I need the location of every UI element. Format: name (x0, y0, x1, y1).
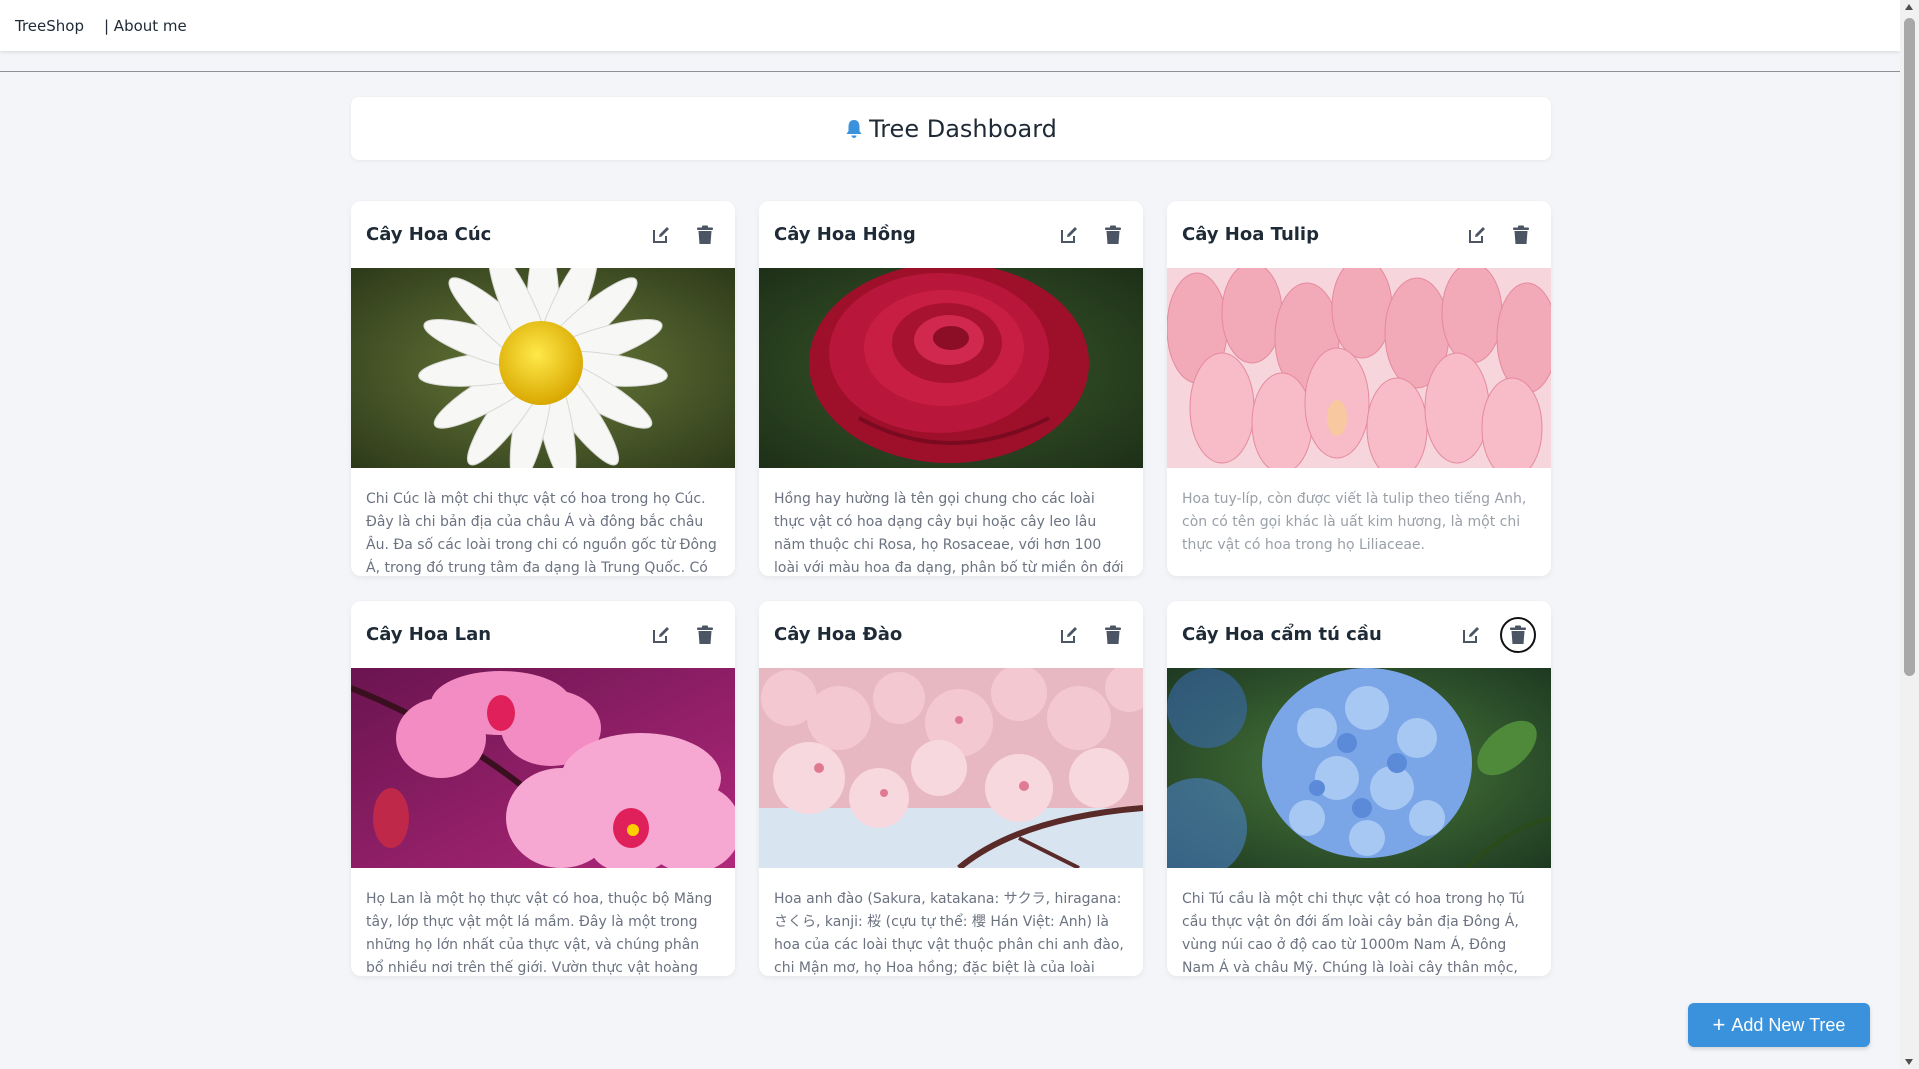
bell-icon (845, 119, 863, 139)
tree-card-description: Chi Cúc là một chi thực vật có hoa trong… (366, 491, 717, 576)
tree-card-title: Cây Hoa Lan (366, 624, 492, 645)
vertical-scrollbar[interactable] (1900, 0, 1919, 1069)
edit-icon[interactable] (646, 220, 676, 250)
tree-card-title: Cây Hoa Cúc (366, 224, 492, 245)
orchid-image (351, 668, 735, 868)
tree-card: Cây Hoa Tulip Hoa tuy-líp, còn được viết… (1167, 201, 1551, 576)
trash-icon[interactable] (1506, 220, 1536, 250)
hydrangea-image (1167, 668, 1551, 868)
tree-card: Cây Hoa Cúc Chi Cúc là một chi thực vật … (351, 201, 735, 576)
top-navbar: TreeShop | About me (0, 0, 1900, 51)
tulip-image (1167, 268, 1551, 468)
add-new-tree-label: Add New Tree (1731, 1014, 1846, 1035)
page-title-card: Tree Dashboard (351, 97, 1551, 160)
trash-icon[interactable] (690, 220, 720, 250)
edit-icon[interactable] (1054, 620, 1084, 650)
page-title: Tree Dashboard (869, 114, 1057, 143)
brand-link[interactable]: TreeShop (15, 17, 84, 35)
trash-icon[interactable] (1500, 616, 1536, 653)
plus-icon: + (1712, 1012, 1726, 1037)
tree-card-description: Hồng hay hường là tên gọi chung cho các … (774, 491, 1124, 576)
daisy-image (351, 268, 735, 468)
scroll-down-icon[interactable] (1905, 1059, 1913, 1065)
tree-card: Cây Hoa Hồng Hồng hay hường là tên gọi c… (759, 201, 1143, 576)
edit-icon[interactable] (1054, 220, 1084, 250)
edit-icon[interactable] (1462, 220, 1492, 250)
cherry-blossom-image (759, 668, 1143, 868)
scroll-up-icon[interactable] (1905, 4, 1913, 10)
tree-card-title: Cây Hoa cẩm tú cầu (1182, 624, 1382, 645)
rose-image (759, 268, 1143, 468)
edit-icon[interactable] (1456, 620, 1486, 650)
add-new-tree-button[interactable]: + Add New Tree (1688, 1003, 1870, 1047)
tree-card-description: Hoa tuy-líp, còn được viết là tulip theo… (1182, 491, 1527, 553)
tree-card: Cây Hoa Đào Hoa anh đào (Sakura, katakan… (759, 601, 1143, 976)
tree-card-title: Cây Hoa Tulip (1182, 224, 1319, 245)
tree-card-description: Chi Tú cầu là một chi thực vật có hoa tr… (1182, 891, 1525, 976)
scrollbar-thumb[interactable] (1904, 18, 1915, 676)
tree-card-description: Họ Lan là một họ thực vật có hoa, thuộc … (366, 891, 713, 976)
divider (0, 71, 1900, 72)
trash-icon[interactable] (1098, 620, 1128, 650)
tree-card-title: Cây Hoa Đào (774, 624, 903, 645)
tree-card: Cây Hoa Lan Họ Lan là một họ thực vật có… (351, 601, 735, 976)
trash-icon[interactable] (690, 620, 720, 650)
about-link[interactable]: | About me (104, 17, 187, 35)
tree-card: Cây Hoa cẩm tú cầu Chi Tú cầu là một chi… (1167, 601, 1551, 976)
edit-icon[interactable] (646, 620, 676, 650)
tree-card-title: Cây Hoa Hồng (774, 224, 916, 245)
tree-card-description: Hoa anh đào (Sakura, katakana: サクラ, hira… (774, 891, 1124, 976)
trash-icon[interactable] (1098, 220, 1128, 250)
